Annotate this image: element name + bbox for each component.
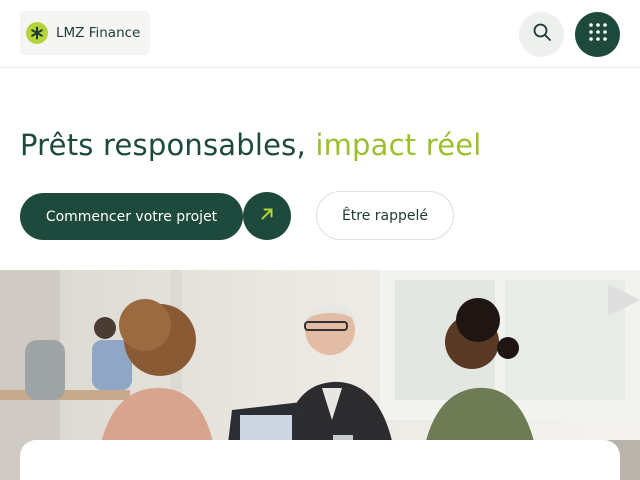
search-button[interactable] bbox=[519, 12, 564, 57]
start-project-arrow-button[interactable] bbox=[243, 192, 291, 240]
content-card bbox=[20, 440, 620, 480]
menu-button[interactable] bbox=[575, 12, 620, 57]
brand-logo[interactable]: LMZ Finance bbox=[20, 11, 150, 55]
hero-title-main: Prêts responsables, bbox=[20, 128, 316, 162]
site-header: LMZ Finance bbox=[0, 0, 640, 68]
hero-title: Prêts responsables, impact réel bbox=[20, 128, 482, 162]
grid-menu-icon bbox=[588, 22, 608, 47]
start-project-label: Commencer votre projet bbox=[45, 208, 218, 225]
hero-title-accent: impact réel bbox=[315, 128, 482, 162]
callback-label: Être rappelé bbox=[341, 207, 429, 224]
callback-button[interactable]: Être rappelé bbox=[316, 191, 454, 240]
search-icon bbox=[532, 22, 552, 47]
start-project-button[interactable]: Commencer votre projet bbox=[20, 193, 243, 240]
asterisk-icon bbox=[26, 22, 48, 44]
brand-name: LMZ Finance bbox=[56, 25, 141, 41]
arrow-up-right-icon bbox=[259, 206, 275, 227]
